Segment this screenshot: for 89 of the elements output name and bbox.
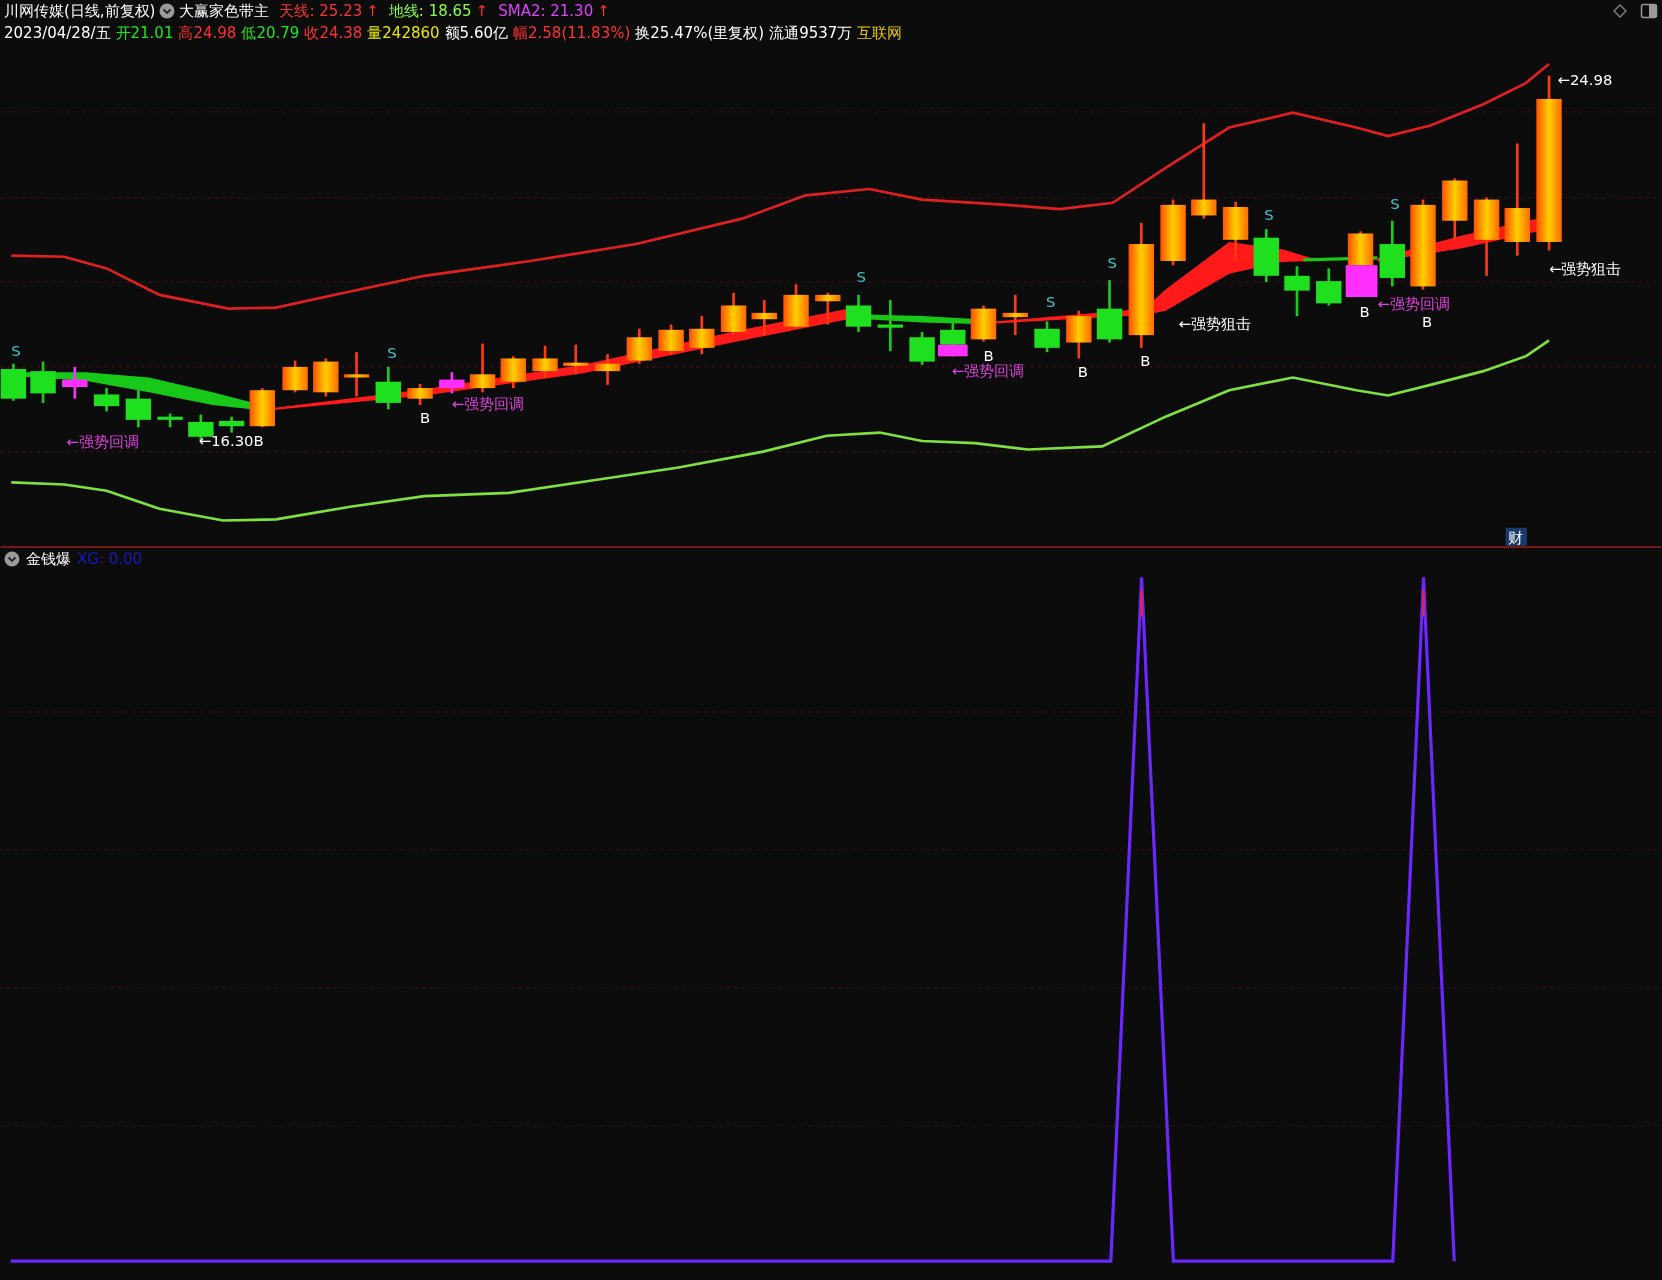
candlestick: [532, 345, 558, 378]
candlestick: [439, 372, 465, 394]
quote-field: 2023/04/28/五: [4, 23, 111, 43]
candlestick: [1160, 199, 1186, 266]
candlestick: [594, 354, 621, 385]
quote-field: 高24.98: [178, 23, 237, 43]
candlestick: [783, 284, 809, 329]
chevron-down-icon[interactable]: [159, 3, 176, 19]
candlestick: [909, 331, 935, 365]
buy-signal-label: B: [1077, 363, 1088, 381]
candlestick: [1442, 178, 1468, 240]
sell-signal-label: S: [11, 342, 21, 360]
indicator-value: SMA2: 21.30: [498, 2, 594, 20]
candlestick: [970, 305, 997, 342]
candlestick: [1284, 266, 1310, 317]
candlestick: [626, 328, 652, 364]
sell-signal-label: S: [1107, 254, 1117, 272]
highlight-block: [1345, 265, 1378, 297]
candlestick: [125, 390, 152, 428]
candlestick: [282, 360, 308, 393]
quote-field: 幅2.58(11.83%): [513, 23, 631, 43]
quote-field: 换25.47%(里复权): [635, 23, 765, 43]
candlestick: [1002, 294, 1028, 336]
price-label: ←24.98: [1557, 71, 1613, 89]
sell-signal-label: S: [387, 344, 397, 362]
up-arrow-icon: ↑: [475, 2, 489, 20]
up-arrow-icon: ↑: [597, 2, 610, 20]
candlestick: [93, 388, 120, 412]
candlestick: [751, 300, 777, 336]
candlestick: [249, 388, 275, 428]
sell-signal-label: S: [1390, 195, 1400, 213]
pullback-label: ←强势回调: [1377, 294, 1450, 312]
up-arrow-icon: ↑: [366, 2, 379, 20]
quote-field: 开21.01: [115, 23, 174, 43]
candlestick: [1096, 280, 1123, 343]
price-label: ←16.30B: [198, 432, 264, 450]
candlestick: [1253, 229, 1279, 283]
quote-field: 额5.60亿: [444, 23, 508, 43]
buy-signal-label: B: [1359, 303, 1370, 321]
indicator-value: 地线: 18.65: [388, 1, 472, 21]
sell-signal-label: S: [1264, 205, 1274, 223]
quote-field: 低20.79: [241, 23, 300, 43]
sell-signal-label: S: [856, 268, 866, 286]
candlestick: [658, 324, 684, 355]
buy-signal-label: B: [420, 409, 431, 427]
candlestick: [689, 316, 715, 355]
candlestick: [1222, 201, 1249, 261]
finance-badge[interactable]: 财: [1505, 527, 1527, 546]
candlestick: [877, 300, 903, 351]
candlestick: [1066, 310, 1092, 359]
pullback-label: ←强势回调: [451, 395, 525, 413]
candlestick: [62, 366, 88, 399]
buy-signal-label: B: [1421, 312, 1433, 330]
strong-attack-label: ←强势狙击: [1549, 259, 1622, 277]
buy-signal-label: B: [983, 346, 994, 364]
indicator-name: 大赢家色带主: [179, 1, 270, 21]
pullback-label: ←强势回调: [66, 433, 139, 451]
candlestick: [563, 344, 589, 375]
quote-field: 量242860: [367, 23, 440, 43]
candlestick: [1316, 268, 1342, 306]
candlestick: [469, 343, 496, 393]
candlestick: [1379, 220, 1405, 287]
sell-signal-label: S: [1046, 292, 1056, 310]
strong-attack-label: ←强势狙击: [1178, 314, 1251, 332]
panel-title: 金钱爆: [26, 549, 71, 569]
pullback-label: ←强势回调: [951, 362, 1025, 380]
candlestick: [313, 358, 339, 397]
candlestick: [500, 356, 526, 389]
candlestick: [1034, 321, 1060, 353]
quote-field: 流通9537万: [769, 23, 853, 43]
candlestick: [30, 361, 56, 403]
candlestick: [157, 413, 183, 428]
quote-field: 收24.38: [304, 23, 363, 43]
candlestick: [375, 366, 401, 410]
chevron-down-icon[interactable]: [4, 551, 20, 567]
candlestick: [218, 416, 245, 433]
candlestick: [407, 383, 433, 406]
buy-signal-label: B: [1140, 351, 1151, 369]
stock-title: 川网传媒(日线,前复权): [4, 1, 156, 21]
quote-field: 互联网: [857, 23, 903, 43]
candlestick: [0, 363, 27, 401]
diamond-icon[interactable]: [1612, 3, 1628, 19]
indicator-value: XG: 0.00: [77, 550, 143, 568]
panel-toggle-icon[interactable]: [1640, 3, 1658, 19]
indicator-value: 天线: 25.23: [279, 1, 363, 21]
candlestick: [845, 294, 872, 332]
candlestick: [815, 292, 841, 325]
candlestick: [343, 352, 370, 397]
candlestick: [720, 292, 747, 336]
